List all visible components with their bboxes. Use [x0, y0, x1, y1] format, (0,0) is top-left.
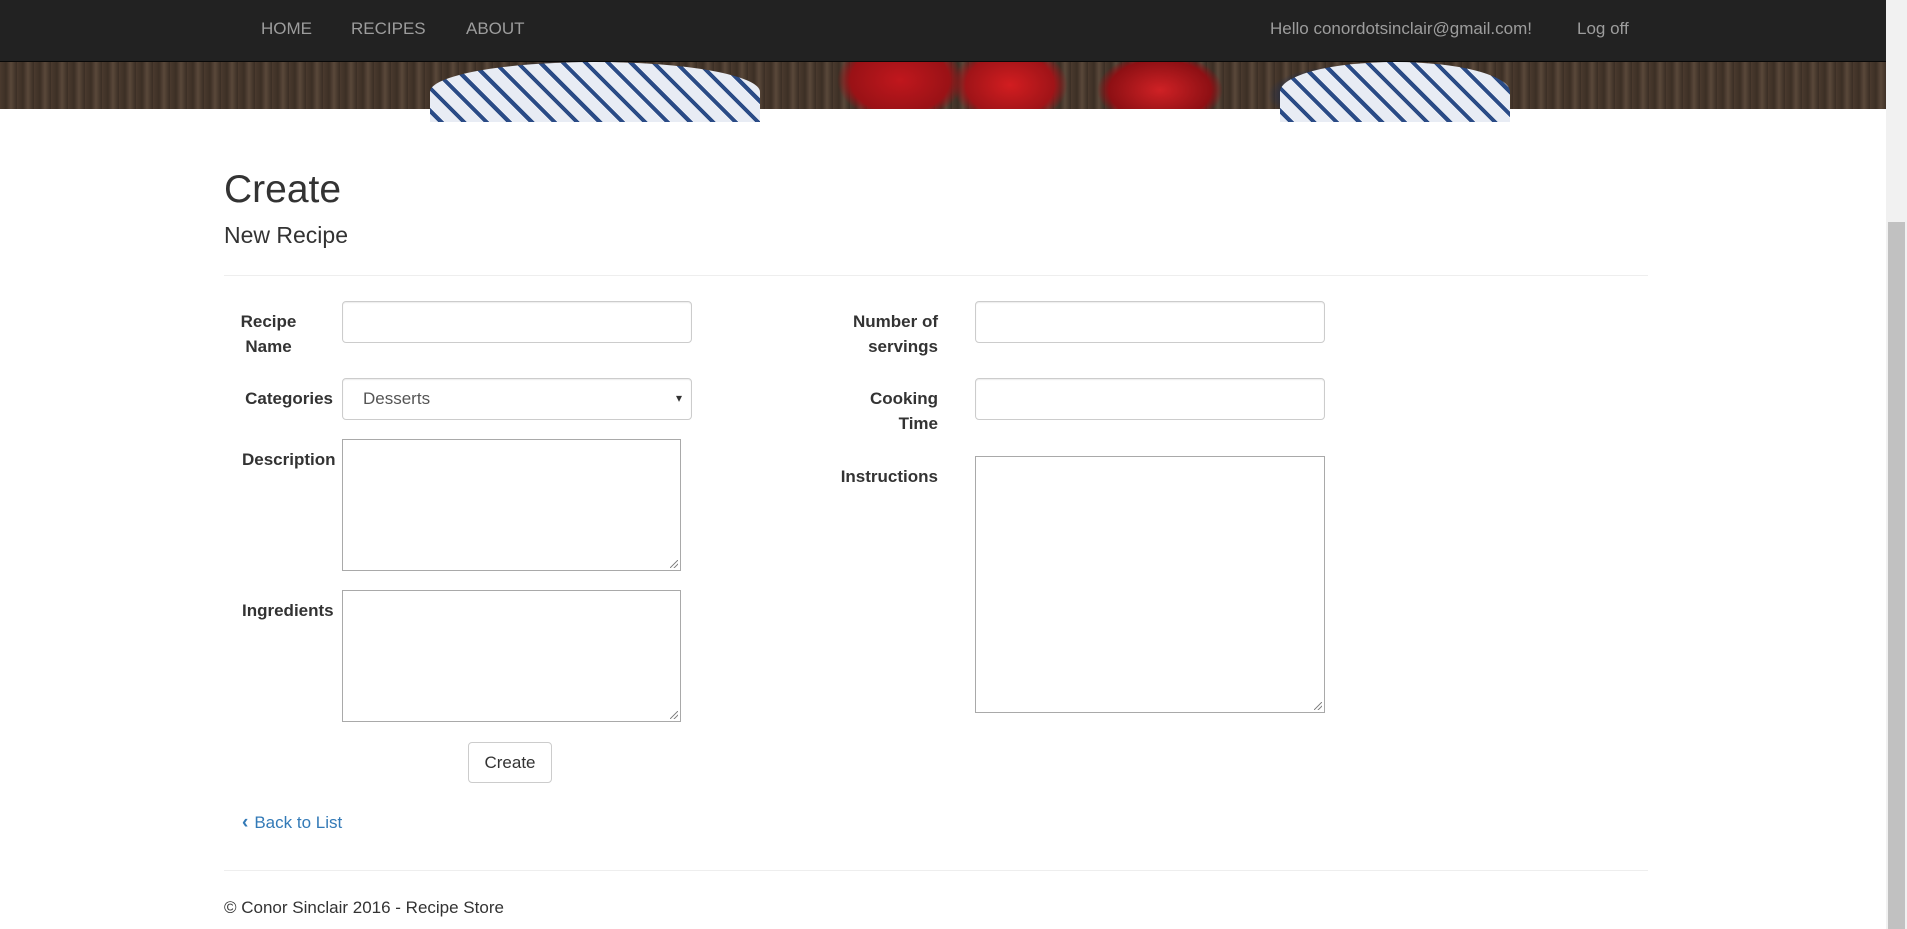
nav-logoff-link[interactable]: Log off: [1577, 19, 1629, 39]
scrollbar-thumb[interactable]: [1888, 222, 1905, 929]
categories-select[interactable]: Desserts ▾: [342, 378, 692, 420]
plate-decoration: [430, 62, 760, 122]
instructions-textarea[interactable]: [975, 456, 1325, 713]
recipe-name-input[interactable]: [342, 301, 692, 343]
page-subtitle: New Recipe: [224, 222, 348, 248]
servings-label: Number of servings: [820, 309, 938, 359]
servings-input[interactable]: [975, 301, 1325, 343]
nav-about-link[interactable]: ABOUT: [466, 19, 525, 39]
vertical-scrollbar[interactable]: [1886, 0, 1907, 929]
ingredients-label: Ingredients: [242, 601, 334, 620]
back-to-list-label: Back to List: [254, 813, 343, 832]
nav-home-link[interactable]: HOME: [261, 19, 312, 39]
recipe-name-label-line1: Recipe: [240, 312, 297, 331]
divider: [224, 275, 1648, 276]
cooking-time-label-line1: Cooking: [870, 389, 938, 408]
footer-divider: [224, 870, 1648, 871]
cooking-time-label-line2: Time: [898, 414, 938, 433]
servings-label-line1: Number of: [853, 312, 938, 331]
create-button[interactable]: Create: [468, 742, 552, 783]
cooking-time-input[interactable]: [975, 378, 1325, 420]
nav-recipes-link[interactable]: RECIPES: [351, 19, 426, 39]
footer-text: © Conor Sinclair 2016 - Recipe Store: [224, 898, 504, 917]
cooking-time-label: Cooking Time: [820, 386, 938, 436]
servings-label-line2: servings: [868, 337, 938, 356]
plate-decoration: [1280, 62, 1510, 122]
categories-label: Categories: [245, 389, 333, 408]
recipe-name-label: Recipe Name: [232, 309, 305, 359]
instructions-label: Instructions: [840, 467, 938, 486]
recipe-name-label-line2: Name: [245, 337, 292, 356]
navbar: HOME RECIPES ABOUT Hello conordotsinclai…: [0, 0, 1886, 62]
resize-grip-icon[interactable]: [1314, 702, 1322, 710]
nav-user-greeting-link[interactable]: Hello conordotsinclair@gmail.com!: [1270, 19, 1532, 39]
page-title: Create: [224, 168, 342, 211]
ingredients-textarea[interactable]: [342, 590, 681, 722]
chevron-left-icon: ‹: [242, 812, 249, 833]
description-textarea[interactable]: [342, 439, 681, 571]
caret-down-icon: ▾: [675, 391, 682, 405]
resize-grip-icon[interactable]: [670, 711, 678, 719]
categories-selected-value: Desserts: [363, 389, 431, 408]
back-to-list-link[interactable]: ‹ Back to List: [242, 812, 342, 834]
description-label: Description: [242, 450, 336, 469]
resize-grip-icon[interactable]: [670, 560, 678, 568]
